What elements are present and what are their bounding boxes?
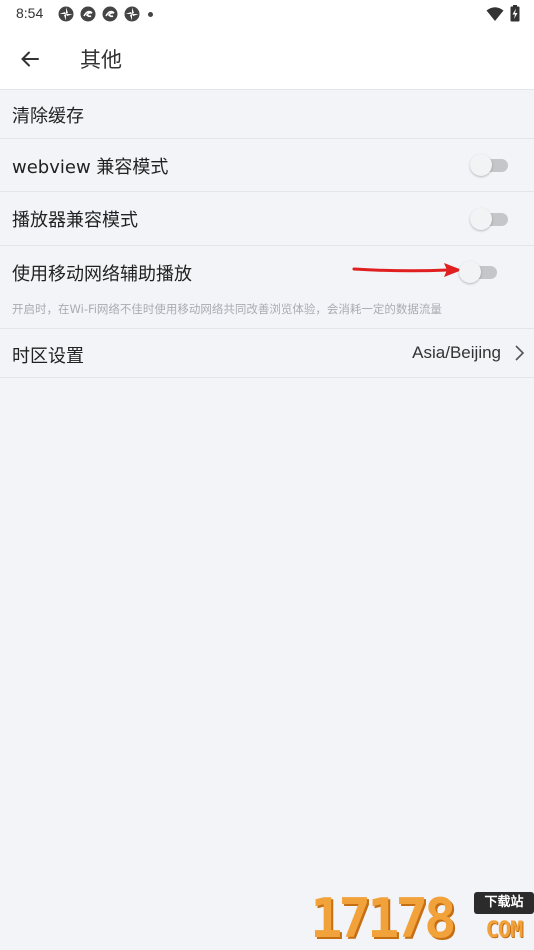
mobile-assist-row: 使用移动网络辅助播放 开启时，在Wi-Fi网络不佳时使用移动网络共同改善浏览体验… (0, 246, 534, 329)
battery-charging-icon (510, 5, 520, 22)
clear-cache-row[interactable]: 清除缓存 (0, 90, 534, 139)
watermark-badge: 下载站 (474, 892, 534, 914)
toggle-thumb (470, 208, 492, 230)
webview-compat-row: webview 兼容模式 (0, 139, 534, 192)
player-compat-toggle[interactable] (470, 206, 510, 232)
settings-list: 清除缓存 webview 兼容模式 播放器兼容模式 使用移动网络辅助播放 开启时… (0, 90, 534, 378)
back-button[interactable] (14, 43, 46, 75)
more-notifications-dot (148, 11, 153, 17)
aperture-icon (124, 6, 140, 22)
status-bar: 8:54 (0, 0, 534, 28)
timezone-row[interactable]: 时区设置 Asia/Beijing (0, 329, 534, 378)
aperture-icon (58, 6, 74, 22)
toggle-thumb (459, 261, 481, 283)
app-bar: 其他 (0, 28, 534, 90)
watermark-suffix: COM (485, 918, 524, 943)
player-compat-row: 播放器兼容模式 (0, 192, 534, 246)
mobile-assist-toggle[interactable] (459, 259, 499, 285)
toggle-thumb (470, 154, 492, 176)
webview-compat-toggle[interactable] (470, 152, 510, 178)
watermark-digits: 17178 (310, 887, 457, 950)
mobile-assist-description: 开启时，在Wi-Fi网络不佳时使用移动网络共同改善浏览体验，会消耗一定的数据流量 (12, 302, 442, 316)
annotation-arrow-icon (352, 263, 462, 277)
clear-cache-label: 清除缓存 (12, 106, 84, 127)
swirl-icon (80, 6, 96, 22)
timezone-label: 时区设置 (12, 346, 84, 367)
timezone-value: Asia/Beijing (412, 343, 501, 362)
chevron-right-icon (515, 345, 525, 361)
swirl-icon (102, 6, 118, 22)
page-title: 其他 (80, 48, 122, 72)
player-compat-label: 播放器兼容模式 (12, 210, 138, 231)
wifi-icon (486, 6, 504, 21)
webview-compat-label: webview 兼容模式 (12, 157, 169, 178)
notification-icons (58, 6, 153, 22)
system-icons (486, 5, 520, 22)
site-watermark: 17178 下载站 COM (310, 888, 534, 950)
status-time: 8:54 (16, 5, 44, 21)
mobile-assist-label: 使用移动网络辅助播放 (12, 264, 192, 285)
arrow-left-icon (21, 51, 39, 67)
